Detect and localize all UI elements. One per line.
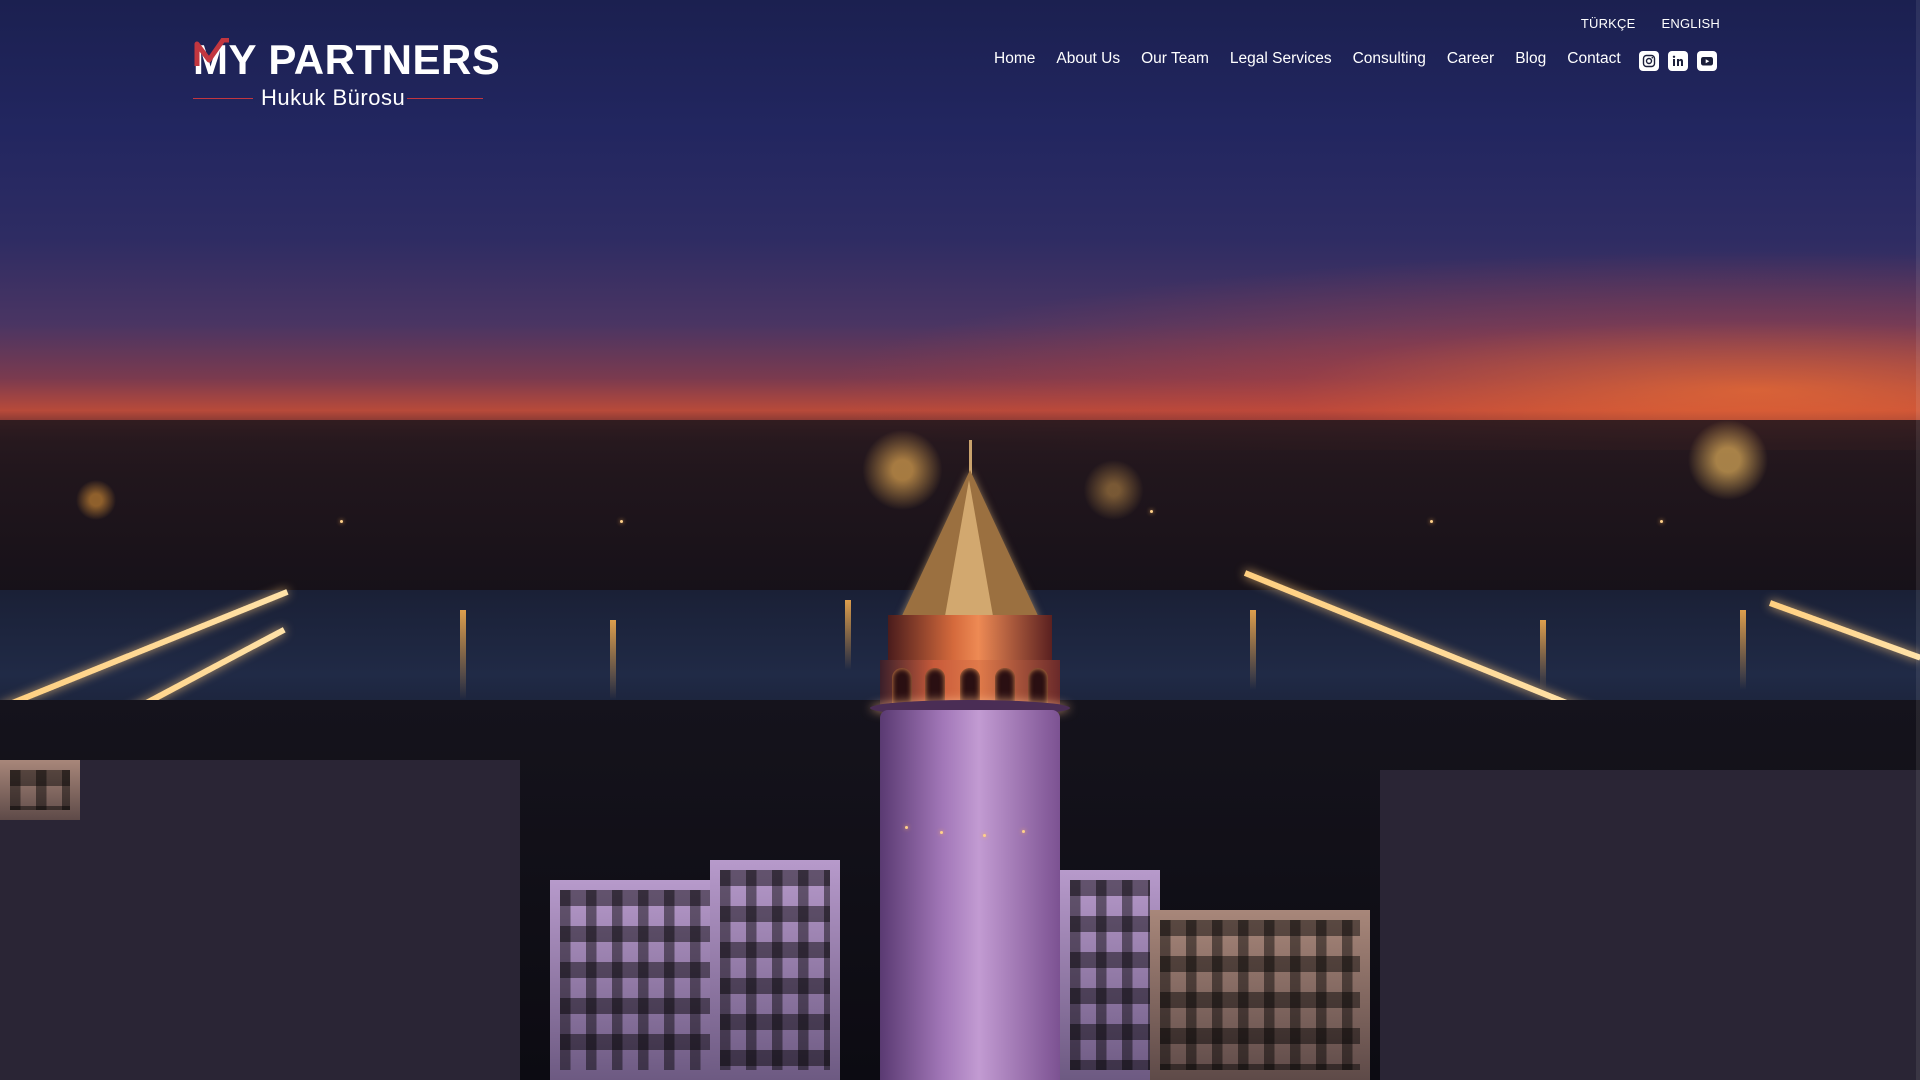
brand-logo[interactable]: MY PARTNERS Hukuk Bürosu: [193, 34, 500, 114]
logo-line-right: [407, 98, 483, 99]
logo-line-left: [193, 98, 253, 99]
hero-background: [0, 0, 1920, 1080]
nav-legal-services[interactable]: Legal Services: [1230, 50, 1332, 68]
brand-subtitle: Hukuk Bürosu: [261, 85, 406, 110]
nav-consulting[interactable]: Consulting: [1353, 50, 1426, 68]
linkedin-icon[interactable]: [1668, 51, 1688, 71]
nav-career[interactable]: Career: [1447, 50, 1494, 68]
social-links: [1639, 51, 1717, 71]
lang-english-link[interactable]: ENGLISH: [1662, 16, 1720, 31]
main-nav: Home About Us Our Team Legal Services Co…: [994, 50, 1642, 68]
lang-turkish-link[interactable]: TÜRKÇE: [1581, 16, 1636, 31]
site-header: MY PARTNERS Hukuk Bürosu TÜRKÇE ENGLISH …: [0, 0, 1920, 130]
nav-home[interactable]: Home: [994, 50, 1035, 68]
tower-spire: [969, 440, 972, 474]
tower-body: [880, 710, 1060, 1080]
nav-about-us[interactable]: About Us: [1056, 50, 1120, 68]
nav-contact[interactable]: Contact: [1567, 50, 1620, 68]
scrollbar[interactable]: [1916, 0, 1920, 1080]
nav-blog[interactable]: Blog: [1515, 50, 1546, 68]
logo-m-accent-icon: [194, 38, 229, 66]
tower-upper: [888, 615, 1052, 663]
youtube-icon[interactable]: [1697, 51, 1717, 71]
instagram-icon[interactable]: [1639, 51, 1659, 71]
nav-our-team[interactable]: Our Team: [1141, 50, 1209, 68]
language-switcher: TÜRKÇE ENGLISH: [1581, 16, 1720, 31]
